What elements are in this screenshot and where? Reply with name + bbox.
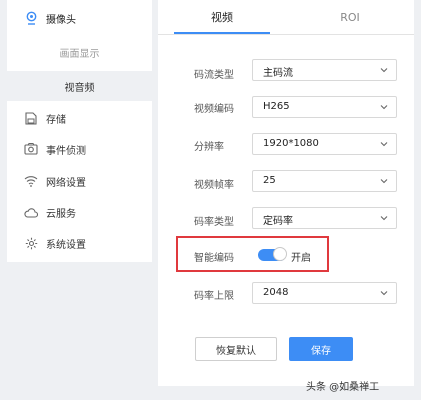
bitrate-limit-label: 码率上限 <box>194 291 234 302</box>
video-codec-label: 视频编码 <box>194 104 234 115</box>
frame-rate-label: 视频帧率 <box>194 180 234 191</box>
reset-default-button[interactable]: 恢复默认 <box>195 337 277 361</box>
smart-codec-label: 智能编码 <box>194 253 234 264</box>
tab-video[interactable]: 视频 <box>158 0 286 34</box>
stream-type-value: 主码流 <box>263 68 293 79</box>
sidebar-item-audio-video[interactable]: 视音频 <box>7 71 152 101</box>
resolution-select[interactable]: 1920*1080 <box>252 133 397 155</box>
toggle-knob <box>273 247 287 261</box>
watermark-text: 头条 @如桑禅工 <box>306 382 380 393</box>
sidebar-item-label: 摄像头 <box>46 14 76 26</box>
chevron-down-icon <box>380 105 388 110</box>
bitrate-limit-select[interactable]: 2048 <box>252 282 397 304</box>
chevron-down-icon <box>380 142 388 147</box>
stream-type-select[interactable]: 主码流 <box>252 59 397 81</box>
bitrate-type-value: 定码率 <box>263 216 293 227</box>
sidebar-item-label: 网络设置 <box>46 177 86 189</box>
sidebar-item-network[interactable]: 网络设置 <box>7 167 152 195</box>
save-button[interactable]: 保存 <box>289 337 353 361</box>
frame-rate-select[interactable]: 25 <box>252 170 397 192</box>
active-tab-indicator <box>174 32 270 34</box>
smart-codec-state: 开启 <box>291 253 311 264</box>
tab-bar: 视频 ROI <box>158 0 414 35</box>
storage-icon <box>24 111 38 125</box>
sidebar-item-label: 系统设置 <box>46 239 86 251</box>
gear-icon <box>24 236 38 250</box>
sidebar: 摄像头 画面显示 视音频 存储 事件侦测 网络设置 云服务 系统设置 <box>7 0 152 262</box>
tab-roi[interactable]: ROI <box>286 0 414 34</box>
bitrate-limit-value: 2048 <box>263 287 289 298</box>
chevron-down-icon <box>380 68 388 73</box>
sidebar-item-display[interactable]: 画面显示 <box>7 37 152 67</box>
chevron-down-icon <box>380 291 388 296</box>
frame-rate-value: 25 <box>263 175 276 186</box>
video-codec-select[interactable]: H265 <box>252 96 397 118</box>
cloud-icon <box>24 205 38 219</box>
bitrate-type-label: 码率类型 <box>194 217 234 228</box>
sidebar-item-storage[interactable]: 存储 <box>7 104 152 132</box>
wifi-icon <box>24 174 38 188</box>
resolution-value: 1920*1080 <box>263 138 319 149</box>
sidebar-item-system[interactable]: 系统设置 <box>7 229 152 257</box>
resolution-label: 分辨率 <box>194 142 224 153</box>
bitrate-type-select[interactable]: 定码率 <box>252 207 397 229</box>
smart-codec-toggle[interactable] <box>258 247 287 261</box>
sidebar-item-camera[interactable]: 摄像头 <box>7 4 152 32</box>
stream-type-label: 码流类型 <box>194 70 234 81</box>
sidebar-item-cloud[interactable]: 云服务 <box>7 198 152 226</box>
chevron-down-icon <box>380 216 388 221</box>
sidebar-item-label: 事件侦测 <box>46 145 86 157</box>
main-panel: 视频 ROI 码流类型 主码流 视频编码 H265 分辨率 1920*1080 … <box>158 0 414 386</box>
chevron-down-icon <box>380 179 388 184</box>
watermark: 头条 @如桑禅工 <box>306 378 379 393</box>
sidebar-item-label: 云服务 <box>46 208 76 220</box>
sidebar-item-label: 存储 <box>46 114 66 126</box>
sidebar-item-event-detect[interactable]: 事件侦测 <box>7 135 152 163</box>
video-codec-value: H265 <box>263 101 290 112</box>
event-detect-icon <box>24 142 38 156</box>
camera-icon <box>24 11 38 25</box>
